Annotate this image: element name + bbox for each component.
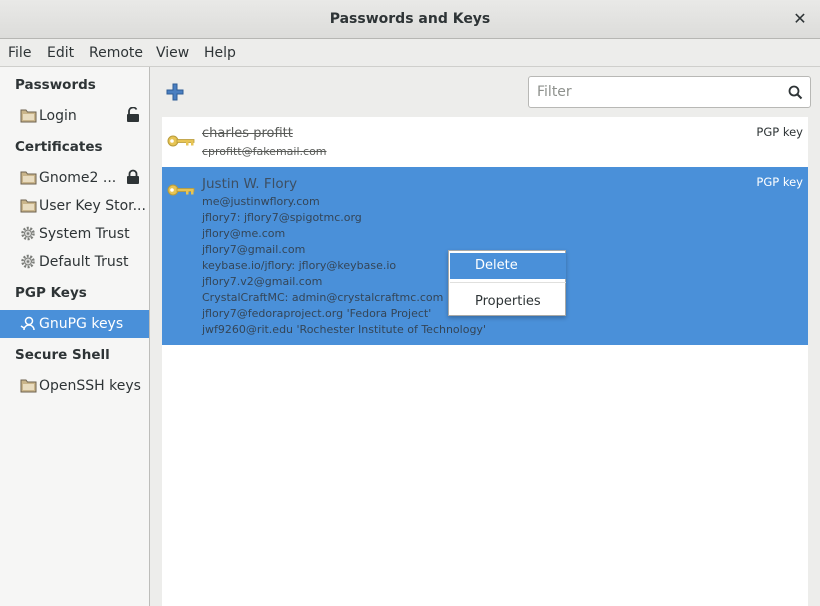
sidebar-item-label: System Trust (39, 226, 130, 242)
key-uid: me@justinwflory.com (202, 195, 320, 208)
key-uid: cprofitt@fakemail.com (202, 145, 327, 158)
person-icon (20, 316, 35, 331)
menu-file[interactable]: File (8, 45, 31, 61)
close-icon[interactable]: ✕ (790, 9, 810, 29)
key-type: PGP key (756, 175, 803, 189)
folder-icon (20, 199, 37, 213)
menu-item-properties[interactable]: Properties (450, 289, 566, 315)
key-row[interactable]: charles profitt PGP key cprofitt@fakemai… (162, 117, 808, 167)
section-header-pgp-keys: PGP Keys (15, 285, 87, 301)
sidebar-item-gnupg-keys[interactable]: GnuPG keys (0, 310, 149, 338)
title-bar: Passwords and Keys ✕ (0, 0, 820, 39)
menu-item-label: Delete (475, 258, 518, 273)
menu-separator (450, 282, 566, 283)
folder-icon (20, 171, 37, 185)
folder-icon (20, 109, 37, 123)
search-icon[interactable] (788, 85, 803, 100)
section-header-passwords: Passwords (15, 77, 96, 93)
key-icon (167, 184, 195, 196)
sidebar-item-system-trust[interactable]: System Trust (0, 220, 149, 248)
sidebar-item-label: User Key Stor... (39, 198, 146, 214)
main-content: charles profitt PGP key cprofitt@fakemai… (150, 67, 820, 606)
menu-item-label: Properties (475, 294, 541, 309)
gear-icon (21, 226, 35, 241)
sidebar-item-login[interactable]: Login (0, 102, 149, 130)
sidebar-item-label: Gnome2 ... (39, 170, 117, 186)
plus-icon[interactable] (164, 81, 186, 103)
sidebar-item-label: Login (39, 108, 77, 124)
key-list: charles profitt PGP key cprofitt@fakemai… (162, 117, 808, 606)
menu-edit[interactable]: Edit (47, 45, 74, 61)
key-uid: jflory7.v2@gmail.com (202, 275, 323, 288)
menu-view[interactable]: View (156, 45, 189, 61)
sidebar: Passwords Login Certificates Gnome2 ... … (0, 67, 150, 606)
sidebar-item-openssh-keys[interactable]: OpenSSH keys (0, 372, 149, 400)
key-uid: jflory7: jflory7@spigotmc.org (202, 211, 362, 224)
key-uid: CrystalCraftMC: admin@crystalcraftmc.com (202, 291, 444, 304)
gear-icon (21, 254, 35, 269)
window-title: Passwords and Keys (329, 11, 491, 27)
menu-item-delete[interactable]: Delete (450, 253, 566, 279)
sidebar-item-label: GnuPG keys (39, 316, 124, 332)
menu-remote[interactable]: Remote (89, 45, 143, 61)
key-icon (167, 135, 195, 147)
menu-bar: File Edit Remote View Help (0, 39, 820, 67)
unlocked-icon (127, 107, 139, 122)
key-uid: jflory7@gmail.com (202, 243, 306, 256)
section-header-certificates: Certificates (15, 139, 103, 155)
key-uid: jwf9260@rit.edu 'Rochester Institute of … (202, 323, 486, 336)
key-type: PGP key (756, 125, 803, 139)
sidebar-item-label: Default Trust (39, 254, 129, 270)
sidebar-item-default-trust[interactable]: Default Trust (0, 248, 149, 276)
section-header-secure-shell: Secure Shell (15, 347, 110, 363)
filter-field[interactable] (528, 76, 811, 108)
sidebar-item-gnome2[interactable]: Gnome2 ... (0, 164, 149, 192)
menu-help[interactable]: Help (204, 45, 236, 61)
filter-input[interactable] (537, 83, 777, 101)
key-name: Justin W. Flory (202, 176, 298, 192)
folder-icon (20, 379, 37, 393)
key-uid: jflory7@fedoraproject.org 'Fedora Projec… (202, 307, 432, 320)
key-name: charles profitt (202, 126, 293, 141)
context-menu: Delete Properties (448, 250, 566, 316)
lock-icon (127, 169, 139, 184)
sidebar-item-user-key-storage[interactable]: User Key Stor... (0, 192, 149, 220)
sidebar-item-label: OpenSSH keys (39, 378, 141, 394)
key-uid: jflory@me.com (202, 227, 286, 240)
key-uid: keybase.io/jflory: jflory@keybase.io (202, 259, 397, 272)
